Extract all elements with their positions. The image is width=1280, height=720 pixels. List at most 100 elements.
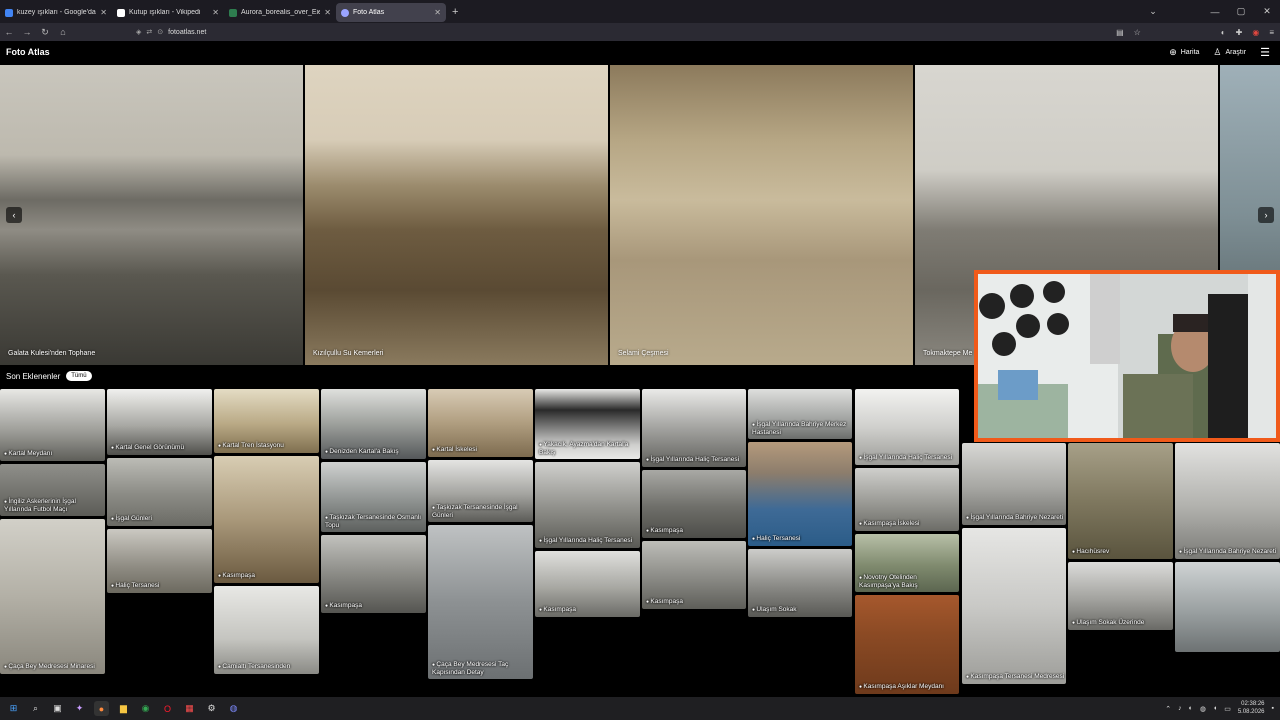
photo-card[interactable]: Denizden Kartal'a Bakış — [321, 389, 426, 459]
photo-card[interactable]: Kasımpaşa Tersanesi Medresesi — [962, 528, 1066, 684]
permissions-icon[interactable]: ⇄ — [146, 28, 152, 36]
url-text[interactable]: fotoatlas.net — [168, 29, 206, 36]
lock-icon[interactable]: ⊙ — [157, 28, 163, 36]
close-window-icon[interactable]: ✕ — [1254, 6, 1280, 17]
photo-card[interactable]: İşgal Yıllarında Haliç Tersanesi — [642, 389, 746, 467]
new-tab-icon[interactable]: + — [452, 6, 458, 18]
photo-card[interactable]: Kasımpaşa — [642, 541, 746, 609]
photo-card[interactable]: Çaça Bey Medresesi Taç Kapısından Detay — [428, 525, 533, 679]
minimize-icon[interactable]: — — [1202, 7, 1228, 17]
system-tray: ⌃ ♪ ◐ ◍ ◖ ▭ 02:38:26 5.08.2026 ▪ — [1165, 697, 1274, 720]
carousel-next-button[interactable]: › — [1258, 207, 1274, 223]
browser-tab[interactable]: Kutup ışıkları - Vikipedi ✕ — [112, 3, 224, 22]
file-explorer-icon[interactable]: ▆ — [116, 701, 131, 716]
tab-list-icon[interactable]: ⌄ — [1140, 6, 1166, 17]
microphone-icon[interactable]: ♪ — [1178, 705, 1182, 712]
reader-view-icon[interactable]: ▤ — [1116, 28, 1124, 37]
maximize-icon[interactable]: ▢ — [1228, 6, 1254, 17]
photo-card[interactable]: Kasımpaşa İskelesi — [855, 468, 959, 531]
photo-card[interactable]: Hacıhüsrev — [1068, 443, 1173, 559]
photo-card[interactable]: İşgal Yıllarında Bahriye Nezareti — [962, 443, 1066, 525]
hamburger-menu-icon[interactable]: ☰ — [1260, 46, 1270, 59]
tray-app-icon[interactable]: ◐ — [1189, 705, 1193, 712]
photo-card-label: Kasımpaşa — [539, 606, 576, 614]
filter-all-pill[interactable]: Tümü — [66, 371, 92, 381]
forward-icon[interactable]: → — [18, 27, 36, 37]
carousel-prev-button[interactable]: ‹ — [6, 207, 22, 223]
photo-card[interactable]: İşgal Yıllarında Bahriye Merkez Hastanes… — [748, 389, 852, 439]
photo-card[interactable]: Kasımpaşa — [214, 456, 319, 583]
photo-card[interactable]: Ulaşım Sokak — [748, 549, 852, 617]
chrome-icon[interactable]: ◉ — [138, 701, 153, 716]
bookmark-star-icon[interactable]: ☆ — [1134, 28, 1141, 37]
extensions-puzzle-icon[interactable]: ✚ — [1236, 28, 1243, 37]
photo-card-label: Kartal Tren İstasyonu — [218, 442, 283, 450]
close-icon[interactable]: ✕ — [324, 8, 331, 17]
map-link[interactable]: ⊕ Harita — [1169, 47, 1199, 58]
shield-icon[interactable]: ◈ — [136, 28, 141, 36]
steam-icon[interactable]: ⚙ — [204, 701, 219, 716]
close-icon[interactable]: ✕ — [100, 8, 107, 17]
window-controls: ⌄ — ▢ ✕ — [1140, 0, 1280, 23]
photo-card[interactable]: İşgal Yıllarında Bahriye Nezareti — [1175, 443, 1280, 559]
browser-tab[interactable]: kuzey ışıkları - Google'da Ara ✕ — [0, 3, 112, 22]
opera-icon[interactable]: O — [160, 701, 175, 716]
browser-tab-active[interactable]: Foto Atlas ✕ — [336, 3, 446, 22]
photo-card[interactable]: Camialtı Tersanesinden — [214, 586, 319, 674]
close-icon[interactable]: ✕ — [212, 8, 219, 17]
photo-card[interactable]: İşgal Günleri — [107, 458, 212, 526]
photo-card[interactable]: Taşkızak Tersanesinde Osmanlı Topu — [321, 462, 426, 532]
network-icon[interactable]: ◍ — [1200, 705, 1206, 713]
start-icon[interactable]: ⊞ — [6, 701, 21, 716]
extension-icon[interactable]: ◐ — [1221, 28, 1226, 37]
photo-card[interactable]: Kasımpaşa — [642, 470, 746, 538]
photo-card[interactable]: Kartal Tren İstasyonu — [214, 389, 319, 453]
app-icon[interactable]: ▦ — [182, 701, 197, 716]
tab-title: Aurora_borealis_over_Eielson_A — [241, 9, 321, 16]
browser-tab[interactable]: Aurora_borealis_over_Eielson_A ✕ — [224, 3, 336, 22]
home-icon[interactable]: ⌂ — [54, 27, 72, 37]
address-bar[interactable]: ◈ ⇄ ⊙ fotoatlas.net — [136, 25, 206, 39]
firefox-icon[interactable]: ● — [94, 701, 109, 716]
photo-card[interactable]: Yakacık, Ayazma'dan Kartal'a Bakış — [535, 389, 640, 459]
back-icon[interactable]: ← — [0, 27, 18, 37]
clock[interactable]: 02:38:26 5.08.2026 — [1238, 701, 1265, 715]
photo-card[interactable]: Taşkızak Tersanesinde İşgal Günleri — [428, 460, 533, 522]
photo-card-label: Çaça Bey Medresesi Taç Kapısından Detay — [432, 661, 532, 676]
photo-card[interactable]: Kasımpaşa — [321, 535, 426, 613]
photo-card[interactable]: Kasımpaşa Aşıklar Meydanı — [855, 595, 959, 694]
carousel-slide[interactable]: Kızılçullu Su Kemerleri — [305, 65, 608, 365]
battery-icon[interactable]: ▭ — [1224, 705, 1231, 713]
image-icon — [229, 8, 237, 17]
discord-icon[interactable]: ◍ — [226, 701, 241, 716]
reload-icon[interactable]: ↻ — [36, 27, 54, 38]
account-icon[interactable]: ◉ — [1252, 28, 1259, 37]
photo-card[interactable]: İşgal Yıllarında Haliç Tersanesi — [535, 462, 640, 548]
site-logo[interactable]: Foto Atlas — [6, 47, 50, 57]
copilot-icon[interactable]: ✦ — [72, 701, 87, 716]
photo-card[interactable]: Novotny Otelinden Kasımpaşa'ya Bakış — [855, 534, 959, 592]
close-icon[interactable]: ✕ — [434, 8, 441, 17]
carousel-slide[interactable]: Galata Kulesi'nden Tophane — [0, 65, 303, 365]
clock-date: 5.08.2026 — [1237, 708, 1265, 715]
photo-card[interactable]: Kartal İskelesi — [428, 389, 533, 457]
photo-card[interactable]: Haliç Tersanesi — [748, 442, 852, 546]
photo-card[interactable]: Kartal Meydanı — [0, 389, 105, 461]
photo-card[interactable]: İngiliz Askerlerinin İşgal Yıllarında Fu… — [0, 464, 105, 516]
photo-card[interactable]: Ulaşım Sokak Üzerinde — [1068, 562, 1173, 630]
menu-icon[interactable]: ≡ — [1269, 28, 1274, 37]
notification-icon[interactable]: ▪ — [1272, 705, 1274, 712]
chevron-up-icon[interactable]: ⌃ — [1165, 705, 1171, 713]
photo-card[interactable]: Kasımpaşa — [535, 551, 640, 617]
photo-card[interactable]: Kartal Genel Görünümü — [107, 389, 212, 455]
photo-card[interactable]: Çaça Bey Medresesi Minaresi — [0, 519, 105, 674]
photo-card[interactable]: Haliç Tersanesi — [107, 529, 212, 593]
photo-card[interactable] — [1175, 562, 1280, 652]
volume-icon[interactable]: ◖ — [1213, 705, 1217, 712]
webcam-feed — [978, 274, 1276, 438]
task-view-icon[interactable]: ▣ — [50, 701, 65, 716]
photo-card[interactable]: İşgal Yıllarında Haliç Tersanesi — [855, 389, 959, 465]
carousel-slide[interactable]: Selami Çeşmesi — [610, 65, 913, 365]
search-icon[interactable]: ⌕ — [28, 701, 43, 716]
explore-link[interactable]: ♙ Araştır — [1213, 47, 1246, 58]
